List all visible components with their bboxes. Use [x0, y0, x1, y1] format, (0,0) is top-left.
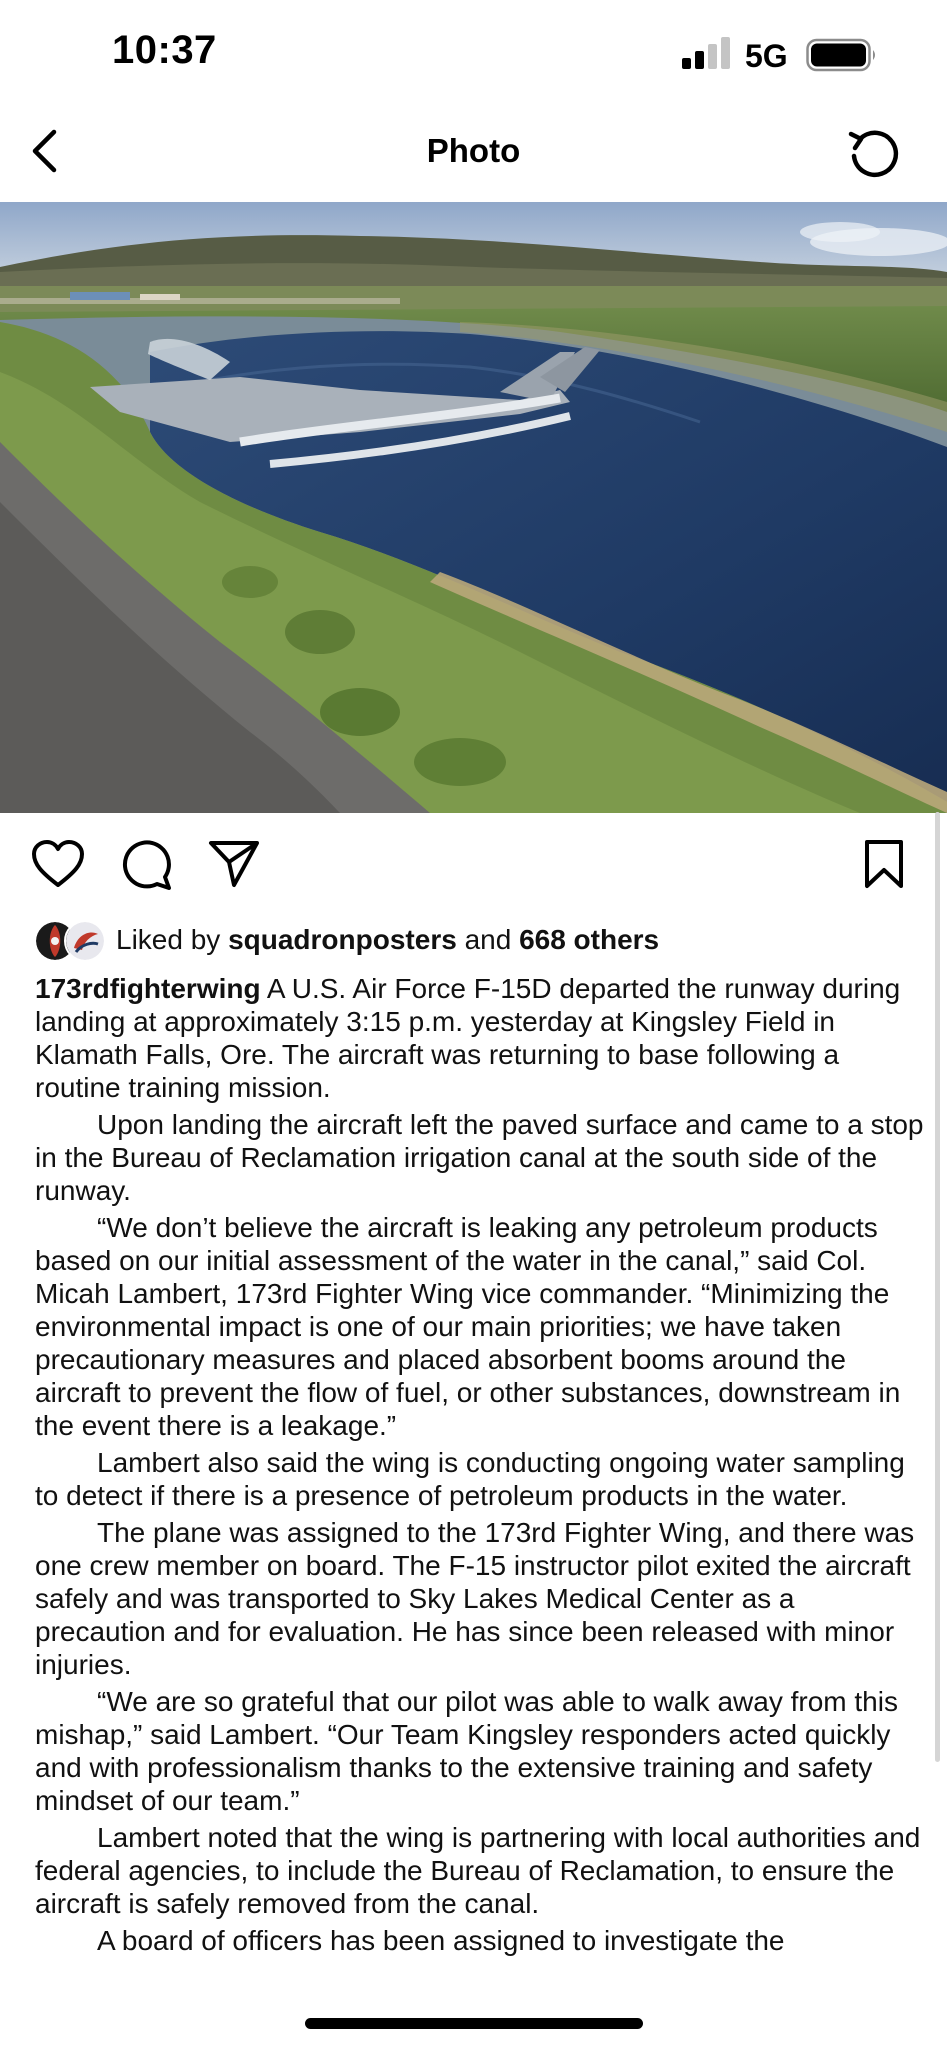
status-bar: 10:37 5G: [0, 0, 947, 100]
nav-header: Photo: [0, 100, 947, 203]
action-row: [0, 832, 947, 900]
likes-prefix: Liked by: [116, 924, 221, 955]
caption-paragraph: Lambert also said the wing is conducting…: [35, 1447, 905, 1511]
caption-paragraph: “We are so grateful that our pilot was a…: [35, 1686, 898, 1816]
post-image[interactable]: [0, 202, 947, 813]
crashed-jet-photo: [0, 202, 947, 813]
like-button[interactable]: [26, 832, 90, 896]
bookmark-button[interactable]: [852, 832, 916, 896]
status-time: 10:37: [112, 28, 217, 72]
likes-summary: Liked by squadronposters and 668 others: [116, 924, 659, 956]
comment-button[interactable]: [114, 832, 178, 896]
caption-paragraph: “We don’t believe the aircraft is leakin…: [35, 1212, 901, 1441]
caption-paragraph: Upon landing the aircraft left the paved…: [35, 1109, 924, 1206]
caption-paragraph: A board of officers has been assigned to…: [97, 1925, 785, 1956]
battery-icon: [806, 38, 875, 72]
share-button[interactable]: [202, 832, 266, 896]
heart-icon: [32, 840, 84, 887]
comment-icon: [122, 840, 171, 890]
page-title: Photo: [426, 132, 521, 169]
post-caption: 173rdfighterwing A U.S. Air Force F-15D …: [35, 972, 927, 1961]
bookmark-icon: [865, 840, 903, 888]
caption-paragraph: 173rdfighterwing A U.S. Air Force F-15D …: [35, 972, 927, 1104]
likes-row: Liked by squadronposters and 668 others: [34, 918, 659, 962]
scrollbar[interactable]: [935, 812, 940, 1762]
network-label: 5G: [745, 38, 788, 74]
refresh-button[interactable]: [842, 122, 906, 186]
share-icon: [209, 841, 259, 887]
liker-avatars: [34, 920, 106, 962]
signal-icon: [682, 37, 730, 69]
avatar-image: [66, 922, 104, 960]
home-indicator[interactable]: [305, 2018, 643, 2029]
liker-username[interactable]: squadronposters: [228, 924, 457, 955]
caption-paragraph: Lambert noted that the wing is partnerin…: [35, 1822, 921, 1919]
likes-joiner: and: [464, 924, 512, 955]
refresh-icon: [848, 130, 899, 178]
caption-username[interactable]: 173rdfighterwing: [35, 973, 261, 1004]
avatar[interactable]: [64, 920, 106, 962]
caption-paragraph: The plane was assigned to the 173rd Figh…: [35, 1517, 915, 1680]
likes-count[interactable]: 668 others: [519, 924, 659, 955]
